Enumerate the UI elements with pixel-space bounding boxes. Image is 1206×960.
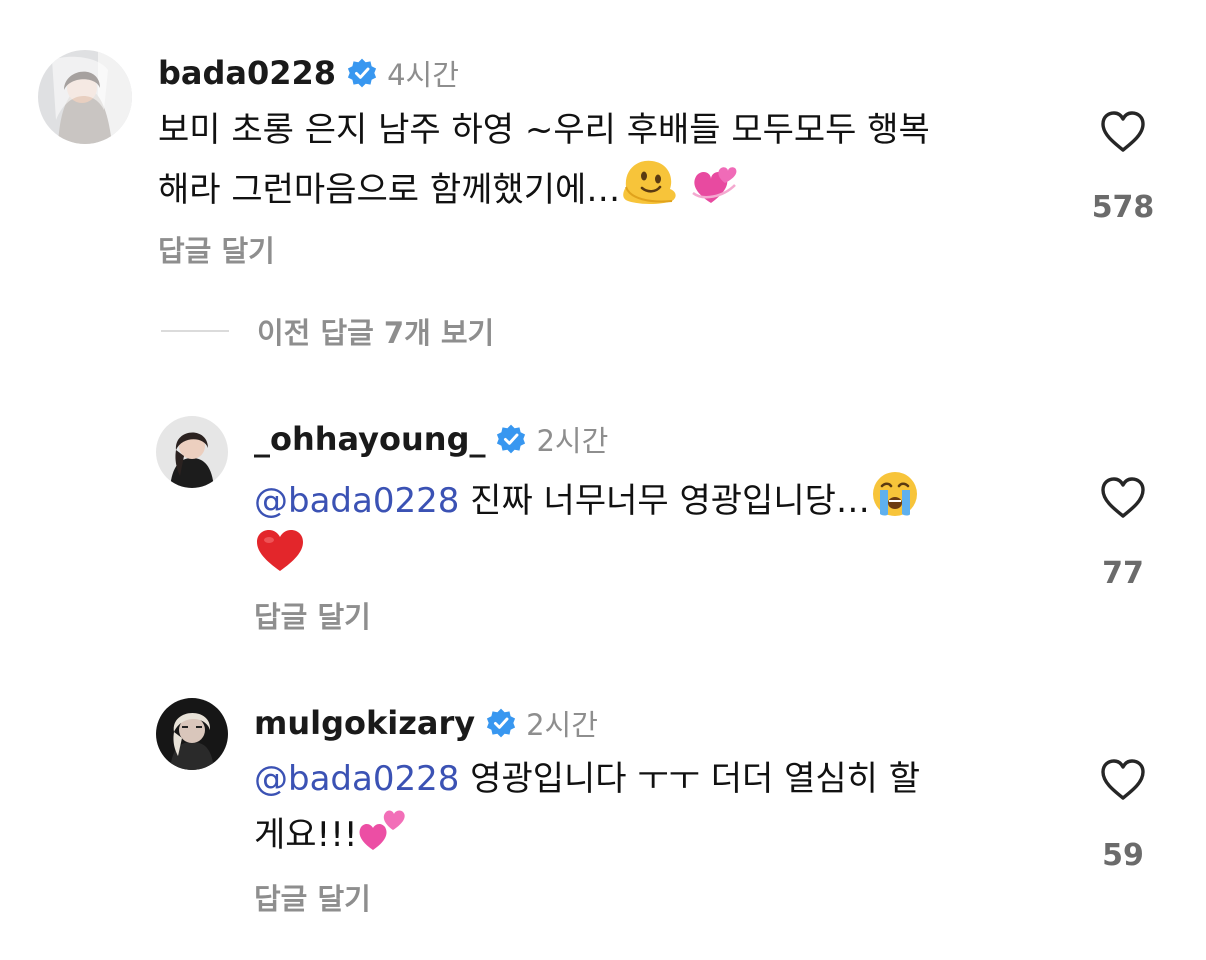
username[interactable]: mulgokizary [254, 704, 475, 742]
view-previous-replies-label: 이전 답글 7개 보기 [257, 316, 495, 350]
avatar[interactable] [156, 698, 228, 770]
mention-link[interactable]: @bada0228 [254, 481, 459, 521]
reply-button[interactable]: 답글 달기 [158, 228, 275, 270]
red-heart-icon [254, 528, 306, 574]
like-button[interactable]: 77 [1078, 476, 1168, 591]
like-count: 578 [1091, 190, 1155, 225]
comment-text: @bada0228 진짜 너무너무 영광입니당… [254, 470, 1074, 584]
username[interactable]: bada0228 [158, 54, 336, 92]
like-count: 59 [1102, 838, 1144, 873]
comment-header: mulgokizary 2시간 [254, 702, 598, 744]
comment-text: @bada0228 영광입니다 ㅜㅜ 더더 열심히 할 게요!!! [254, 752, 1074, 862]
comment-text-line-1: @bada0228 영광입니다 ㅜㅜ 더더 열심히 할 [254, 752, 1074, 806]
comment-text-line-1: @bada0228 진짜 너무너무 영광입니당… [254, 470, 1074, 528]
comment-text: 보미 초롱 은지 남주 하영 ~우리 후배들 모두모두 행복 해라 그런마음으로… [158, 103, 1058, 217]
melting-face-icon [620, 157, 678, 207]
avatar-image [156, 416, 228, 488]
like-count: 77 [1102, 556, 1144, 591]
comment-text-content: 영광입니다 ㅜㅜ 더더 열심히 할 [459, 759, 921, 799]
loudly-crying-face-icon [870, 470, 920, 518]
heart-outline-icon [1101, 477, 1145, 518]
heart-outline-icon [1101, 759, 1145, 800]
heart-outline-icon [1101, 111, 1145, 152]
two-hearts-circling-icon [689, 163, 739, 207]
comment-text-content: 진짜 너무너무 영광입니당… [459, 481, 870, 521]
comment-header: _ohhayoung_ 2시간 [254, 418, 608, 460]
comment-text-content: 게요!!! [254, 815, 358, 855]
reply-button[interactable]: 답글 달기 [254, 594, 371, 636]
comment-text-line-2 [254, 528, 1074, 584]
comment-text-line: 해라 그런마음으로 함께했기에… [158, 170, 621, 210]
like-button[interactable]: 578 [1078, 110, 1168, 225]
comment-header: bada0228 4시간 [158, 52, 459, 94]
comment-text-line-2: 게요!!! [254, 806, 1074, 862]
verified-badge-icon [495, 423, 527, 455]
reply-button[interactable]: 답글 달기 [254, 876, 371, 918]
view-previous-replies-button[interactable]: 이전 답글 7개 보기 [161, 310, 494, 352]
like-button[interactable]: 59 [1078, 758, 1168, 873]
verified-badge-icon [485, 707, 517, 739]
avatar-image [38, 50, 132, 144]
verified-badge-icon [346, 57, 378, 89]
comment-text-line-2: 해라 그런마음으로 함께했기에… [158, 157, 1058, 217]
timestamp: 2시간 [526, 708, 598, 742]
avatar[interactable] [38, 50, 132, 144]
comments-page: bada0228 4시간 보미 초롱 은지 남주 하영 ~우리 후배들 모두모두… [0, 0, 1206, 960]
thread-divider [161, 330, 229, 332]
avatar[interactable] [156, 416, 228, 488]
timestamp: 4시간 [387, 58, 459, 92]
timestamp: 2시간 [536, 424, 609, 458]
avatar-image [156, 698, 228, 770]
username[interactable]: _ohhayoung_ [254, 420, 485, 458]
comment-text-line: 보미 초롱 은지 남주 하영 ~우리 후배들 모두모두 행복 [158, 110, 930, 150]
mention-link[interactable]: @bada0228 [254, 759, 459, 799]
two-hearts-icon [357, 806, 409, 852]
